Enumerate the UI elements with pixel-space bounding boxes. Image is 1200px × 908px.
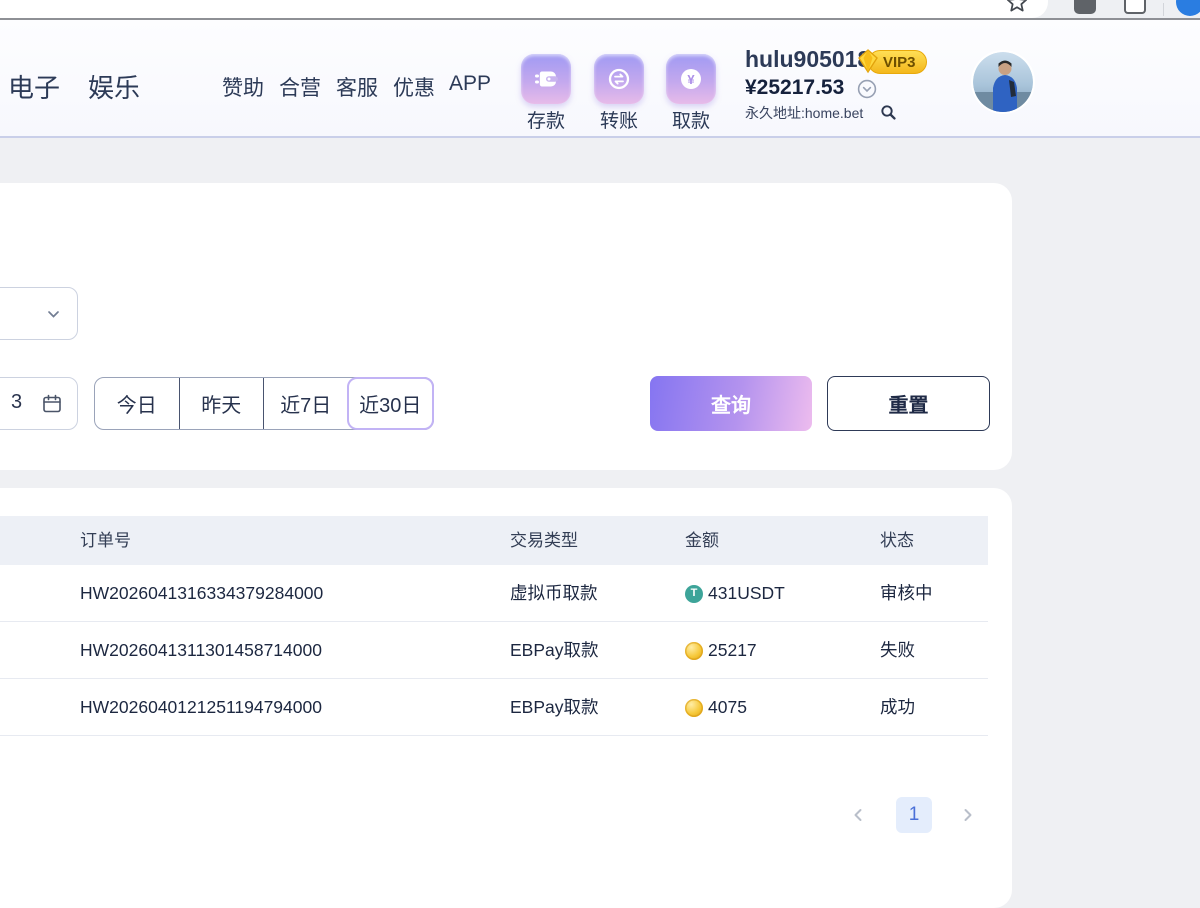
transfer-icon: [604, 64, 634, 94]
svg-text:¥: ¥: [687, 72, 695, 87]
username[interactable]: hulu905018: [745, 46, 870, 73]
usdt-coin-icon: T: [685, 585, 703, 603]
site-header: 电子 娱乐 赞助 合营 客服 优惠 APP 存款 转账 ¥ 取款 hulu905…: [0, 20, 1200, 138]
amount-value: 4075: [708, 679, 747, 736]
records-table-card: 订单号 交易类型 金额 状态 HW2026041316334379284000 …: [0, 488, 1012, 908]
browser-toolbar: [0, 0, 1200, 18]
reset-button[interactable]: 重置: [827, 376, 990, 431]
nav-item-promo[interactable]: 优惠: [393, 72, 435, 102]
nav-item-casino[interactable]: 娱乐: [88, 68, 140, 105]
pagination-next-button[interactable]: [958, 805, 978, 825]
toolbar-divider: [1163, 3, 1164, 16]
gold-coin-icon: [685, 699, 703, 717]
table-row: HW2026040121251194794000 EBPay取款 4075 成功: [0, 679, 988, 736]
gem-icon: [856, 48, 880, 74]
transfer-button[interactable]: [594, 54, 644, 104]
browser-tab-icon[interactable]: [1124, 0, 1146, 14]
type-cell: 虚拟币取款: [510, 565, 598, 622]
browser-extension-icon[interactable]: [1074, 0, 1096, 14]
nav-item-sponsor[interactable]: 赞助: [222, 72, 264, 102]
status-cell: 审核中: [880, 565, 933, 622]
withdraw-button[interactable]: ¥: [666, 54, 716, 104]
range-7days-button[interactable]: 近7日: [263, 378, 348, 429]
query-button[interactable]: 查询: [650, 376, 812, 431]
withdraw-label: 取款: [661, 106, 721, 133]
type-cell: EBPay取款: [510, 679, 599, 736]
col-amount: 金额: [685, 516, 719, 565]
table-row: HW2026041316334379284000 虚拟币取款 T 431USDT…: [0, 565, 988, 622]
col-order-no: 订单号: [80, 516, 131, 565]
status-cell: 失败: [880, 622, 915, 679]
chevron-left-icon: [852, 808, 864, 822]
magnifier-icon[interactable]: [880, 104, 897, 121]
range-30days-button[interactable]: 近30日: [347, 377, 435, 430]
deposit-label: 存款: [516, 106, 576, 133]
vip-badge: VIP3: [868, 50, 927, 74]
amount-value: 25217: [708, 622, 757, 679]
col-status: 状态: [880, 516, 914, 565]
type-cell: EBPay取款: [510, 622, 599, 679]
nav-item-slots[interactable]: 电子: [8, 68, 60, 105]
order-no-cell: HW2026040121251194794000: [80, 679, 322, 736]
nav-item-affiliate[interactable]: 合营: [279, 72, 321, 102]
vip-badge-label: VIP3: [883, 54, 916, 71]
permanent-address: 永久地址:home.bet: [745, 103, 863, 123]
pagination-prev-button[interactable]: [848, 805, 868, 825]
col-type: 交易类型: [510, 516, 578, 565]
status-cell: 成功: [880, 679, 915, 736]
gold-coin-icon: [685, 642, 703, 660]
pagination-page-1[interactable]: 1: [896, 797, 932, 833]
amount-cell: T 431USDT: [685, 565, 785, 622]
transfer-label: 转账: [589, 106, 649, 133]
calendar-icon: [41, 393, 63, 415]
date-range-input[interactable]: 3: [0, 377, 78, 430]
amount-cell: 4075: [685, 679, 747, 736]
balance-expand-chevron-icon[interactable]: [857, 79, 877, 99]
balance-amount: ¥25217.53: [745, 76, 844, 100]
date-input-value: 3: [11, 391, 22, 414]
range-yesterday-button[interactable]: 昨天: [179, 378, 264, 429]
order-no-cell: HW2026041311301458714000: [80, 622, 322, 679]
order-no-cell: HW2026041316334379284000: [80, 565, 323, 622]
nav-item-support[interactable]: 客服: [336, 72, 378, 102]
table-header-row: 订单号 交易类型 金额 状态: [0, 516, 988, 565]
user-avatar[interactable]: [973, 52, 1033, 112]
wallet-icon: [531, 64, 561, 94]
table-row: HW2026041311301458714000 EBPay取款 25217 失…: [0, 622, 988, 679]
browser-address-bar: [0, 0, 1048, 18]
range-today-button[interactable]: 今日: [95, 378, 179, 429]
chevron-right-icon: [962, 808, 974, 822]
quick-range-group: 今日 昨天 近7日 近30日: [94, 377, 434, 430]
deposit-button[interactable]: [521, 54, 571, 104]
amount-value: 431USDT: [708, 565, 785, 622]
transaction-type-select[interactable]: [0, 287, 78, 340]
amount-cell: 25217: [685, 622, 757, 679]
bookmark-star-icon[interactable]: [1004, 0, 1030, 16]
chevron-down-icon: [46, 307, 61, 322]
browser-profile-avatar[interactable]: [1176, 0, 1200, 16]
avatar-photo: [973, 52, 1033, 112]
nav-item-app[interactable]: APP: [449, 72, 491, 96]
yuan-circle-icon: ¥: [676, 64, 706, 94]
filter-panel-card: 3 今日 昨天 近7日 近30日 查询 重置: [0, 183, 1012, 470]
